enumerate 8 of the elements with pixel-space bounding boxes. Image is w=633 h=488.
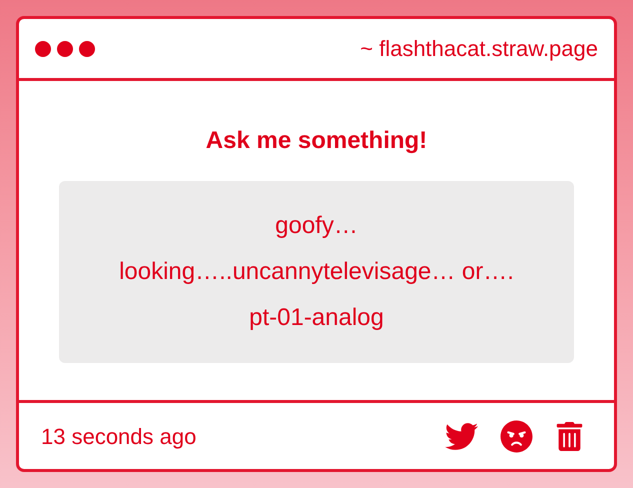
heading: Ask me something! — [206, 126, 428, 156]
question-text: pt-01-analog — [249, 303, 384, 333]
window-title: ~ flashthacat.straw.page — [360, 35, 598, 63]
angry-face-icon[interactable] — [500, 420, 533, 452]
question-text: goofy… — [275, 211, 358, 241]
question-text: looking…..uncannytelevisage… or…. — [119, 257, 514, 287]
timestamp: 13 seconds ago — [41, 422, 196, 451]
trash-icon[interactable] — [555, 422, 584, 450]
